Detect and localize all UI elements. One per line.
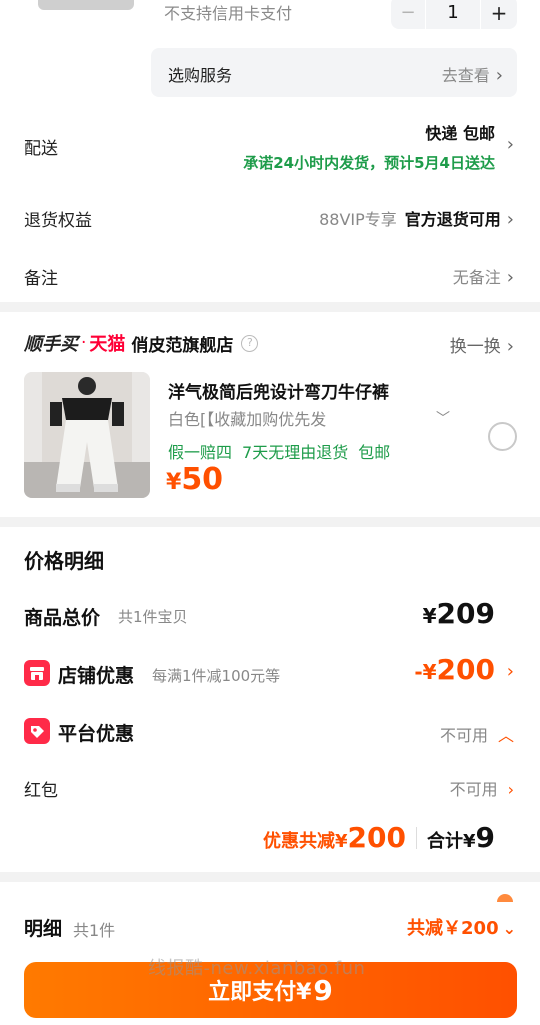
- quantity-value[interactable]: 1: [425, 0, 481, 29]
- bottom-pay-bar: 明细 共1件 共减￥200 ⌄ 立即支付¥ 9 线报酷-new.xianbao.fu…: [0, 882, 540, 1025]
- store-header: 顺手买 · 天猫 俏皮范旗舰店 ?: [24, 330, 259, 356]
- tag-fake-compensation: 假一赔四: [168, 443, 233, 462]
- total-price-value: ¥209: [422, 597, 495, 630]
- shipping-promise: 承诺24小时内发货，预计5月4日送达: [243, 154, 495, 172]
- chevron-down-icon[interactable]: ﹀: [436, 408, 450, 428]
- chevron-right-icon: ›: [506, 209, 514, 230]
- view-service-link[interactable]: 去查看: [442, 66, 490, 85]
- chevron-right-icon[interactable]: ›: [507, 134, 514, 155]
- divider: [415, 826, 417, 849]
- product-image[interactable]: [24, 372, 150, 498]
- red-packet-row[interactable]: 不可用 ›: [450, 776, 514, 800]
- select-service-row[interactable]: 选购服务 去查看 ›: [151, 48, 517, 97]
- watermark-text: 线报酷-new.xianbao.fun: [148, 958, 366, 979]
- help-icon[interactable]: ?: [241, 334, 259, 352]
- chevron-right-icon: ›: [495, 65, 503, 86]
- no-credit-card-notice: 不支持信用卡支付: [164, 4, 293, 23]
- chevron-right-icon: ›: [507, 780, 514, 799]
- notification-dot: [497, 894, 513, 902]
- note-label: 备注: [24, 269, 58, 289]
- price-detail-card: 价格明细 商品总价 共1件宝贝 ¥209 店铺优惠 每满1件减100元等 -¥2…: [0, 527, 540, 872]
- note-row[interactable]: 无备注 ›: [453, 264, 514, 288]
- brand-logo-text: 顺手买: [24, 334, 78, 355]
- quantity-stepper[interactable]: − 1 +: [391, 0, 517, 29]
- shop-discount-label: 店铺优惠: [58, 665, 135, 687]
- store-name[interactable]: 俏皮范旗舰店: [131, 331, 233, 356]
- store-card: 顺手买 · 天猫 俏皮范旗舰店 ? 换一换 › 洋气极简后兜设计弯刀牛仔裤 白色…: [0, 312, 540, 517]
- tag-7day-return: 7天无理由退货: [242, 443, 349, 462]
- double-chevron-down-icon: ⌄: [502, 919, 516, 938]
- price-detail-heading: 价格明细: [24, 549, 104, 573]
- select-service-label: 选购服务: [168, 66, 233, 85]
- grand-total: 合计¥9: [426, 821, 495, 854]
- chevron-right-icon: ›: [506, 336, 514, 357]
- detail-discount-toggle[interactable]: 共减￥200 ⌄: [407, 914, 516, 940]
- detail-label[interactable]: 明细: [24, 914, 62, 941]
- red-packet-label: 红包: [24, 781, 58, 801]
- shop-discount-value[interactable]: -¥200: [414, 653, 495, 686]
- returns-row[interactable]: 88VIP专享 官方退货可用 ›: [319, 206, 514, 230]
- select-radio[interactable]: [488, 422, 517, 451]
- order-page: 不支持信用卡支付 − 1 + 选购服务 去查看 › 配送 快递 包邮 承诺24小时…: [0, 0, 540, 1025]
- platform-discount-row[interactable]: 不可用 ︿: [440, 722, 514, 746]
- swap-button[interactable]: 换一换 ›: [450, 332, 514, 357]
- platform-discount-label: 平台优惠: [58, 723, 135, 745]
- chevron-right-icon[interactable]: ›: [507, 661, 514, 682]
- tag-free-shipping: 包邮: [358, 443, 391, 462]
- previous-product-thumbnail: [38, 0, 134, 10]
- shipping-mode[interactable]: 快递 包邮: [425, 120, 495, 144]
- returns-value: 官方退货可用: [404, 210, 501, 229]
- shop-discount-rule: 每满1件减100元等: [152, 667, 281, 685]
- shipping-label: 配送: [24, 139, 58, 159]
- tmall-logo-text: 天猫: [89, 334, 126, 355]
- chevron-up-icon: ︿: [497, 726, 514, 745]
- returns-label: 退货权益: [24, 211, 92, 231]
- product-spec[interactable]: 白色[【收藏加购优先发: [168, 406, 326, 430]
- product-tags: 假一赔四 7天无理由退货 包邮: [168, 439, 400, 463]
- product-title[interactable]: 洋气极简后兜设计弯刀牛仔裤: [168, 378, 389, 403]
- order-item-card: 不支持信用卡支付 − 1 + 选购服务 去查看 › 配送 快递 包邮 承诺24小时…: [0, 0, 540, 302]
- summary-row: 优惠共减¥200 合计¥9: [263, 821, 495, 854]
- detail-count: 共1件: [73, 921, 116, 940]
- increase-button[interactable]: +: [481, 0, 517, 29]
- discount-total: 优惠共减¥200: [263, 821, 406, 854]
- decrease-button[interactable]: −: [391, 0, 425, 29]
- coupon-tag-icon: [24, 718, 50, 744]
- chevron-right-icon: ›: [506, 267, 514, 288]
- total-price-label: 商品总价: [24, 607, 101, 629]
- shop-icon: [24, 660, 50, 686]
- vip-badge: 88VIP专享: [319, 210, 397, 229]
- product-price: ¥50: [166, 462, 224, 497]
- note-value: 无备注: [452, 268, 501, 287]
- total-count: 共1件宝贝: [118, 608, 188, 626]
